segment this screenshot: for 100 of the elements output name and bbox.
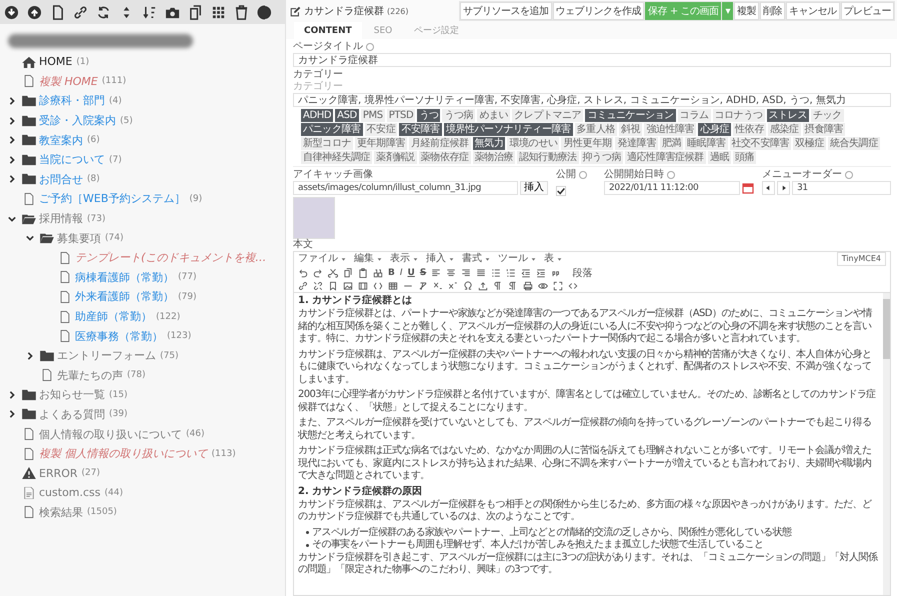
- editor-select[interactable]: TinyMCE4: [836, 252, 886, 266]
- outdent-icon[interactable]: [521, 268, 532, 278]
- increment-icon[interactable]: [777, 181, 790, 195]
- category-tag[interactable]: 薬物依存症: [418, 151, 471, 164]
- eye-icon[interactable]: [538, 280, 548, 290]
- category-tag[interactable]: 更年期障害: [355, 137, 408, 150]
- action-button[interactable]: サブリソースを追加: [460, 2, 552, 20]
- tree-item[interactable]: 医療事務（常勤）: [75, 328, 163, 344]
- category-tag[interactable]: チック: [810, 109, 844, 122]
- category-tag[interactable]: 薬物治療: [472, 151, 516, 164]
- caret-icon[interactable]: [8, 116, 16, 125]
- tab[interactable]: CONTENT: [294, 22, 362, 39]
- category-tag[interactable]: 頭痛: [733, 151, 756, 164]
- insert-button[interactable]: 挿入: [520, 181, 548, 195]
- indent-icon[interactable]: [536, 268, 546, 278]
- paragraph-icon[interactable]: [493, 280, 503, 290]
- copy-icon[interactable]: [188, 4, 203, 20]
- category-tag[interactable]: コミュニケーション: [585, 109, 676, 122]
- category-tag[interactable]: 統合失調症: [828, 137, 880, 150]
- date-field[interactable]: 2022/01/11 11:12:00: [604, 181, 740, 195]
- trash-icon[interactable]: [234, 4, 249, 20]
- category-tag[interactable]: 薬剤解説: [374, 151, 417, 164]
- format-button[interactable]: B: [388, 268, 395, 278]
- category-tag[interactable]: 月経前症候群: [409, 137, 471, 150]
- menu-item[interactable]: ツール: [498, 253, 528, 265]
- menu-item[interactable]: 表示: [390, 253, 410, 265]
- binoculars-icon[interactable]: [373, 268, 383, 278]
- grid-icon[interactable]: [211, 4, 226, 20]
- align-left-icon[interactable]: [431, 268, 442, 278]
- format-button[interactable]: S: [420, 268, 426, 278]
- category-tag[interactable]: PMS: [360, 109, 385, 122]
- tree-item[interactable]: 当院について: [39, 152, 105, 168]
- caret-icon[interactable]: [8, 390, 16, 399]
- category-tag[interactable]: 多重人格: [574, 123, 618, 136]
- category-tag[interactable]: ストレス: [766, 109, 809, 122]
- image-path-field[interactable]: assets/images/column/illust_column_31.jpg: [293, 181, 518, 195]
- undo-icon[interactable]: [298, 268, 308, 278]
- action-button[interactable]: ウェブリンクを作成: [552, 2, 644, 20]
- menu-item[interactable]: ファイル: [298, 253, 338, 265]
- align-right-icon[interactable]: [461, 268, 472, 278]
- tree-item[interactable]: ご予約［WEB予約システム］: [39, 191, 186, 206]
- tab[interactable]: ページ設定: [404, 22, 470, 39]
- category-tag[interactable]: 社交不安障害: [730, 137, 792, 150]
- format-button[interactable]: I: [400, 268, 403, 278]
- tree-item[interactable]: よくある質問: [39, 406, 105, 422]
- tree-item[interactable]: custom.css: [39, 486, 101, 500]
- tree-item[interactable]: 個人情報の取り扱いについて: [39, 426, 182, 442]
- action-button[interactable]: プレビュー: [840, 2, 894, 20]
- category-tag[interactable]: うつ: [417, 109, 440, 122]
- caret-icon[interactable]: [8, 175, 16, 184]
- tree-item[interactable]: 教室案内: [39, 132, 83, 148]
- category-tag[interactable]: 自律神経失調症: [301, 151, 372, 164]
- unlink-icon[interactable]: [313, 280, 323, 290]
- tree-item[interactable]: ERROR: [39, 466, 78, 480]
- caret-icon[interactable]: [8, 410, 16, 418]
- subscript-icon[interactable]: [433, 280, 443, 290]
- category-tag[interactable]: ADHD: [301, 109, 334, 122]
- scrollbar[interactable]: [883, 293, 890, 595]
- action-button[interactable]: キャンセル: [786, 2, 840, 20]
- tree-item[interactable]: 募集要項: [57, 230, 101, 246]
- copy-icon[interactable]: [343, 268, 353, 278]
- tree-item[interactable]: 診療科・部門: [39, 93, 105, 108]
- tree-item[interactable]: 複製 HOME: [39, 74, 98, 89]
- cut-icon[interactable]: [328, 268, 338, 278]
- tree-item[interactable]: 受診・入院案内: [39, 113, 116, 128]
- tree-item[interactable]: 複製 個人情報の取り扱いについて: [39, 446, 208, 462]
- clear-format-icon[interactable]: [418, 280, 428, 290]
- published-checkbox[interactable]: [556, 186, 566, 196]
- category-tag[interactable]: ASD: [335, 109, 359, 122]
- upload-icon[interactable]: [27, 4, 42, 20]
- tree-item[interactable]: HOME: [39, 55, 72, 68]
- refresh-icon[interactable]: [96, 4, 111, 20]
- category-tag[interactable]: パニック障害: [301, 123, 363, 136]
- download-icon[interactable]: [4, 4, 19, 20]
- category-tag[interactable]: 認知行動療法: [517, 151, 579, 164]
- category-field[interactable]: パニック障害, 境界性パーソナリティー障害, 不安障害, 心身症, ストレス, コミュニケーション, ADHD, ASD, うつ, 無気力: [293, 93, 891, 107]
- tree-item[interactable]: エントリーフォーム: [57, 348, 156, 364]
- tree-item[interactable]: お知らせ一覧: [39, 387, 105, 402]
- caret-icon[interactable]: [8, 136, 16, 144]
- category-tag[interactable]: 心身症: [698, 123, 732, 136]
- category-tag[interactable]: 双極症: [793, 137, 826, 150]
- action-button[interactable]: 複製: [734, 2, 759, 20]
- category-tag[interactable]: 抑うつ病: [580, 151, 624, 164]
- printer-icon[interactable]: [523, 280, 533, 290]
- redo-icon[interactable]: [313, 268, 323, 278]
- link-icon[interactable]: [73, 4, 88, 20]
- category-tag[interactable]: 不安症: [364, 123, 398, 136]
- justify-icon[interactable]: [476, 268, 486, 278]
- bookmark-icon[interactable]: [328, 280, 338, 290]
- category-tag[interactable]: 過眠: [708, 151, 732, 164]
- tab[interactable]: SEO: [364, 22, 402, 39]
- caret-icon[interactable]: [26, 234, 34, 242]
- category-tag[interactable]: 環境のせい: [507, 137, 560, 150]
- source-code-icon[interactable]: [568, 280, 578, 290]
- category-tag[interactable]: 睡眠障害: [685, 137, 728, 150]
- category-tag[interactable]: うつ病: [442, 109, 476, 122]
- category-tag[interactable]: 境界性パーソナリティー障害: [444, 123, 573, 136]
- decrement-icon[interactable]: [762, 181, 775, 195]
- category-tag[interactable]: 発達障害: [615, 137, 658, 150]
- tree-item[interactable]: 先輩たちの声: [57, 368, 123, 383]
